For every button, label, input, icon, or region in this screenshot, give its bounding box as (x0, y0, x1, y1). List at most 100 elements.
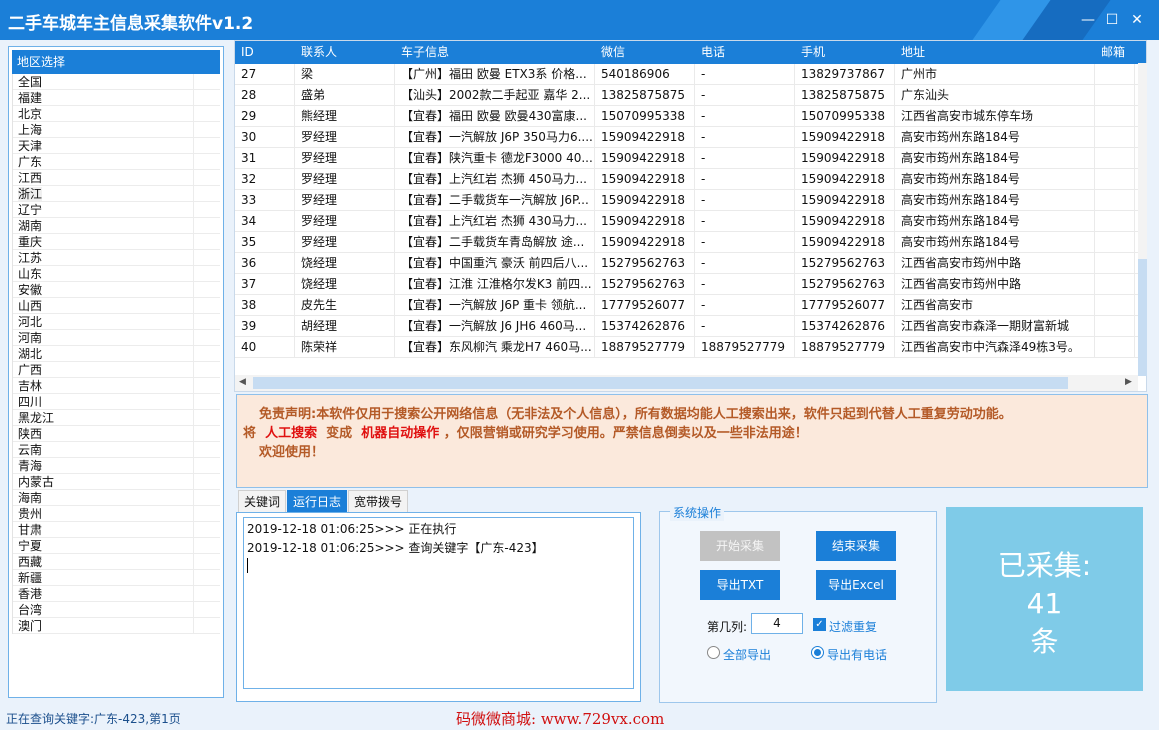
region-item[interactable]: 北京 (13, 106, 220, 122)
column-header[interactable]: ID (235, 41, 295, 64)
table-row[interactable]: 33 罗经理 【宜春】二手载货车一汽解放 J6P... 15909422918-159… (235, 190, 1146, 211)
region-item[interactable]: 福建 (13, 90, 220, 106)
region-item[interactable]: 安徽 (13, 282, 220, 298)
scroll-right-icon[interactable]: ▶ (1125, 377, 1132, 387)
close-icon[interactable]: ✕ (1127, 10, 1147, 30)
grid-horizontal-scrollbar[interactable]: ◀ ▶ (235, 375, 1138, 391)
scroll-thumb[interactable] (1138, 259, 1147, 376)
table-cell: 【宜春】福田 欧曼 欧曼430富康... (395, 106, 595, 126)
tab-broadband-dial[interactable]: 宽带拨号 (348, 490, 409, 514)
region-item[interactable]: 香港 (13, 586, 220, 602)
counter-unit: 条 (1030, 625, 1059, 658)
region-item[interactable]: 山东 (13, 266, 220, 282)
region-item[interactable]: 河南 (13, 330, 220, 346)
region-item[interactable]: 广东 (13, 154, 220, 170)
region-item[interactable]: 浙江 (13, 186, 220, 202)
region-item[interactable]: 台湾 (13, 602, 220, 618)
table-cell: 13829737867 (795, 64, 895, 84)
column-header[interactable]: 电话 (695, 41, 795, 64)
region-item[interactable]: 海南 (13, 490, 220, 506)
column-header[interactable]: 邮箱 (1095, 41, 1135, 64)
export-all-label[interactable]: 全部导出 (723, 646, 771, 663)
region-item[interactable]: 重庆 (13, 234, 220, 250)
table-row[interactable]: 31 罗经理 【宜春】陕汽重卡 德龙F3000 40... 15909422918-1… (235, 148, 1146, 169)
region-item[interactable]: 澳门 (13, 618, 220, 634)
region-item[interactable]: 湖北 (13, 346, 220, 362)
disclaimer-text: ，仅限营销或研究学习使用。严禁信息倒卖以及一些非法用途！ (443, 426, 808, 441)
minimize-icon[interactable]: — (1078, 10, 1098, 30)
region-item[interactable]: 江苏 (13, 250, 220, 266)
column-header[interactable]: 车子信息 (395, 41, 595, 64)
column-header[interactable]: 联系人 (295, 41, 395, 64)
table-cell: - (695, 190, 795, 210)
region-item[interactable]: 河北 (13, 314, 220, 330)
table-cell (1095, 148, 1135, 168)
export-txt-button[interactable]: 导出TXT (700, 570, 780, 600)
region-item[interactable]: 湖南 (13, 218, 220, 234)
column-header[interactable]: 手机 (795, 41, 895, 64)
region-item[interactable]: 西藏 (13, 554, 220, 570)
table-cell: 18879527779 (695, 337, 795, 357)
scroll-left-icon[interactable]: ◀ (239, 377, 246, 387)
region-item[interactable]: 上海 (13, 122, 220, 138)
table-row[interactable]: 32 罗经理 【宜春】上汽红岩 杰狮 450马力... 15909422918-159… (235, 169, 1146, 190)
export-excel-button[interactable]: 导出Excel (816, 570, 896, 600)
table-row[interactable]: 40 陈荣祥 【宜春】东风柳汽 乘龙H7 460马... 18879527779 188… (235, 337, 1146, 358)
export-with-phone-radio[interactable] (811, 646, 824, 659)
scroll-thumb[interactable] (253, 377, 1068, 389)
region-item[interactable]: 甘肃 (13, 522, 220, 538)
ops-legend: 系统操作 (670, 504, 725, 521)
table-row[interactable]: 30 罗经理 【宜春】一汽解放 J6P 350马力6.... 15909422918-… (235, 127, 1146, 148)
region-item[interactable]: 内蒙古 (13, 474, 220, 490)
table-row[interactable]: 27 梁【广州】福田 欧曼 ETX3系 价格... 540186906-138297… (235, 64, 1146, 85)
table-row[interactable]: 36 饶经理 【宜春】中国重汽 豪沃 前四后八... 15279562763-1527… (235, 253, 1146, 274)
table-row[interactable]: 37 饶经理 【宜春】江淮 江淮格尔发K3 前四... 15279562763-152… (235, 274, 1146, 295)
column-input[interactable]: 4 (751, 613, 803, 634)
region-item[interactable]: 全国 (13, 74, 220, 90)
grid-vertical-scrollbar[interactable] (1138, 63, 1147, 376)
table-cell: 15374262876 (795, 316, 895, 336)
table-cell: 皮先生 (295, 295, 395, 315)
table-row[interactable]: 28 盛弟 【汕头】2002款二手起亚 嘉华 2... 13825875875-138… (235, 85, 1146, 106)
table-cell: 【宜春】江淮 江淮格尔发K3 前四... (395, 274, 595, 294)
tab-keywords[interactable]: 关键词 (238, 490, 287, 514)
region-item[interactable]: 江西 (13, 170, 220, 186)
filter-duplicate-label[interactable]: 过滤重复 (829, 618, 877, 635)
table-row[interactable]: 35 罗经理 【宜春】二手载货车青岛解放 途... 15909422918-15909… (235, 232, 1146, 253)
start-collect-button[interactable]: 开始采集 (700, 531, 780, 561)
region-item[interactable]: 天津 (13, 138, 220, 154)
export-with-phone-label[interactable]: 导出有电话 (827, 646, 887, 663)
export-all-radio[interactable] (707, 646, 720, 659)
region-item[interactable]: 吉林 (13, 378, 220, 394)
region-item[interactable]: 辽宁 (13, 202, 220, 218)
region-item[interactable]: 云南 (13, 442, 220, 458)
tab-run-log[interactable]: 运行日志 (287, 490, 348, 514)
filter-duplicate-checkbox[interactable]: ✓ (813, 618, 826, 631)
region-item[interactable]: 贵州 (13, 506, 220, 522)
region-item[interactable]: 宁夏 (13, 538, 220, 554)
table-cell (1095, 253, 1135, 273)
column-header[interactable]: 地址 (895, 41, 1095, 64)
maximize-icon[interactable]: ☐ (1102, 10, 1122, 30)
region-item[interactable]: 新疆 (13, 570, 220, 586)
table-cell (1095, 169, 1135, 189)
region-item[interactable]: 青海 (13, 458, 220, 474)
region-item-label: 全国 (18, 75, 43, 89)
table-row[interactable]: 34 罗经理 【宜春】上汽红岩 杰狮 430马力... 15909422918-159… (235, 211, 1146, 232)
table-row[interactable]: 39 胡经理 【宜春】一汽解放 J6 JH6 460马... 15374262876-… (235, 316, 1146, 337)
log-textarea[interactable]: 2019-12-18 01:06:25>>> 正在执行 2019-12-18 0… (243, 517, 634, 689)
column-header[interactable]: 微信 (595, 41, 695, 64)
region-item[interactable]: 陕西 (13, 426, 220, 442)
table-cell: 【汕头】2002款二手起亚 嘉华 2... (395, 85, 595, 105)
table-cell: 高安市筠州东路184号 (895, 127, 1095, 147)
region-item[interactable]: 山西 (13, 298, 220, 314)
region-item[interactable]: 广西 (13, 362, 220, 378)
region-item[interactable]: 黑龙江 (13, 410, 220, 426)
table-cell: 广东汕头 (895, 85, 1095, 105)
stop-collect-button[interactable]: 结束采集 (816, 531, 896, 561)
region-item-label: 吉林 (18, 379, 43, 393)
region-item[interactable]: 四川 (13, 394, 220, 410)
table-row[interactable]: 29 熊经理 【宜春】福田 欧曼 欧曼430富康... 15070995338-150… (235, 106, 1146, 127)
table-cell: 罗经理 (295, 211, 395, 231)
table-row[interactable]: 38 皮先生 【宜春】一汽解放 J6P 重卡 领航... 17779526077-17… (235, 295, 1146, 316)
